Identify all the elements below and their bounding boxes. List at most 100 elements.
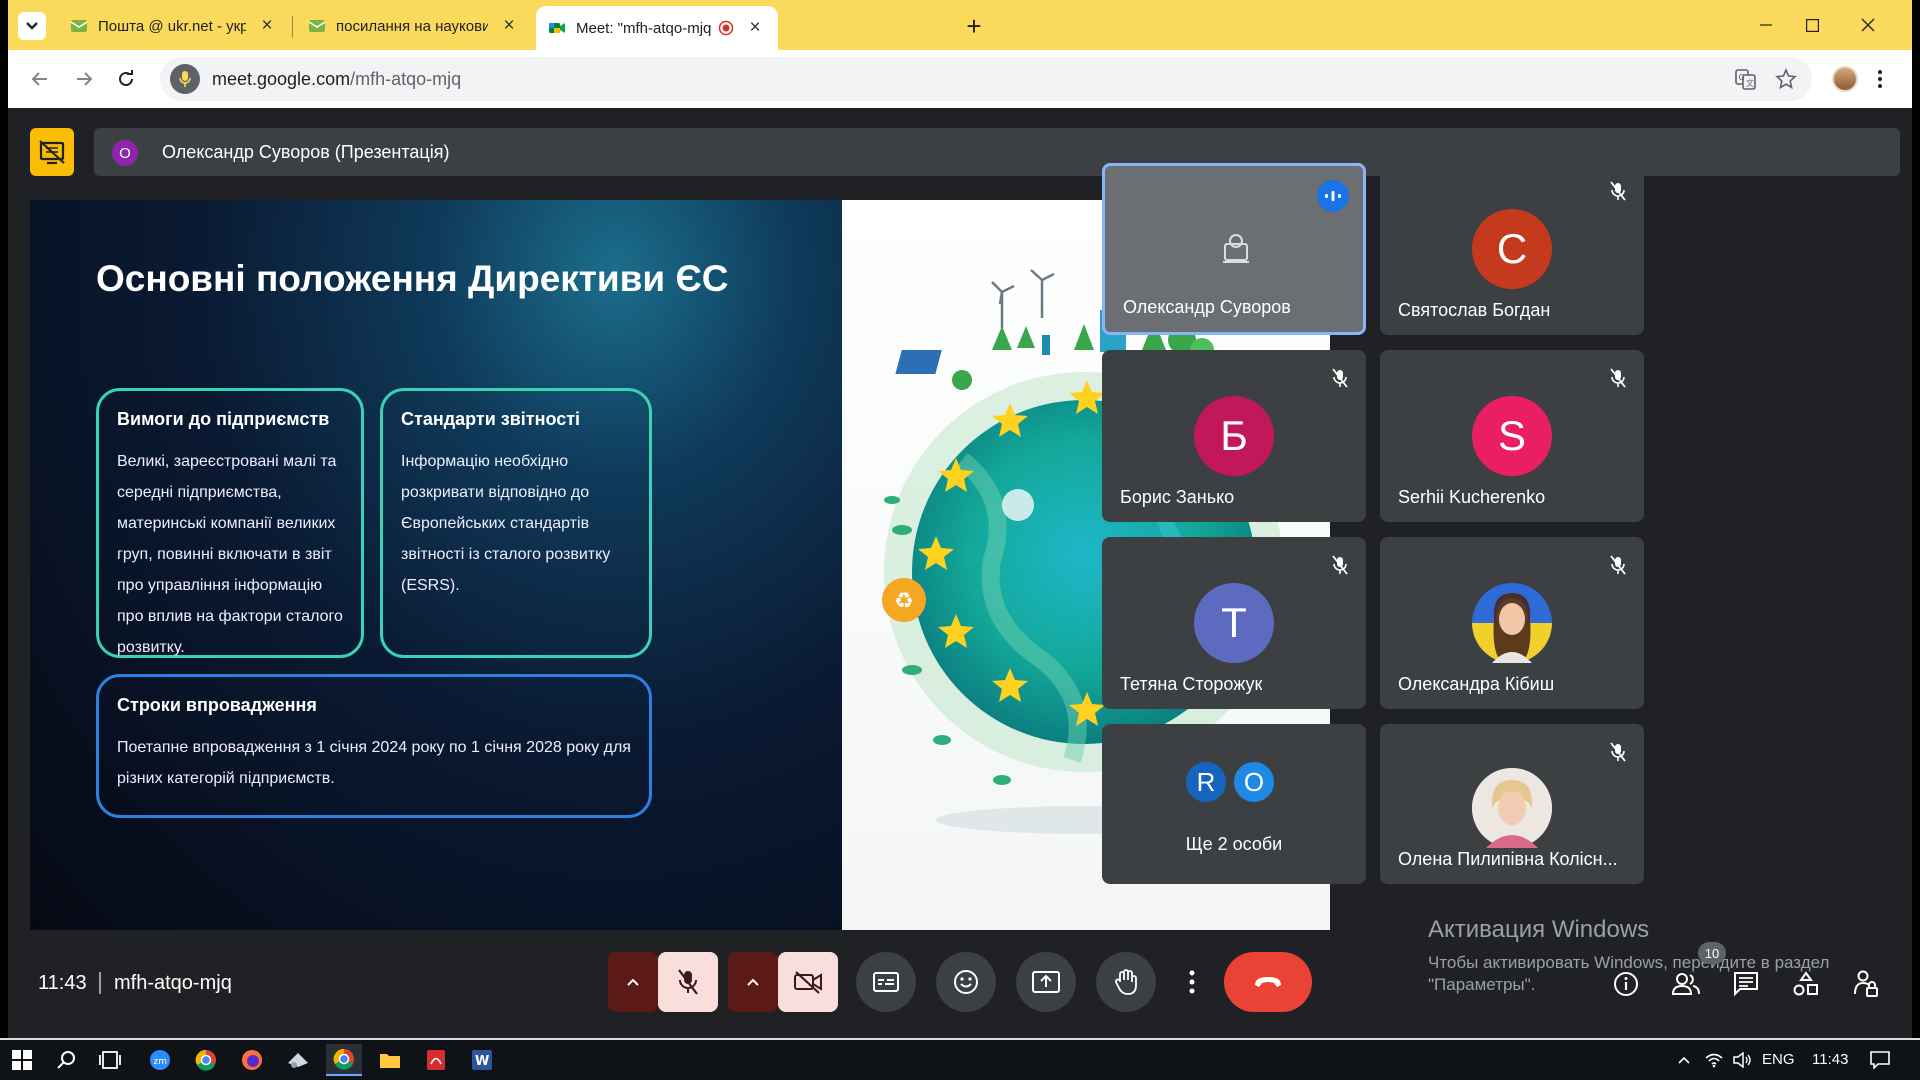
- participant-tile[interactable]: Олена Пилипівна Колісн...: [1380, 724, 1644, 884]
- participant-name: Святослав Богдан: [1398, 300, 1551, 320]
- more-options-button[interactable]: [1172, 952, 1212, 1012]
- chrome-app-active[interactable]: [326, 1044, 362, 1076]
- minimize-icon: [1760, 24, 1772, 26]
- reactions-button[interactable]: [936, 952, 996, 1012]
- present-now-button[interactable]: [1016, 952, 1076, 1012]
- zoom-icon: zm: [150, 1050, 170, 1070]
- closed-captions-icon: [873, 972, 899, 992]
- recording-icon: [718, 20, 734, 36]
- participants-count-badge: 10: [1698, 942, 1726, 964]
- presenter-avatar: О: [112, 140, 138, 166]
- arrow-left-icon: [31, 72, 47, 86]
- reload-button[interactable]: [108, 61, 144, 97]
- audio-options-button[interactable]: [608, 952, 658, 1012]
- participant-name: Serhii Kucherenko: [1398, 487, 1546, 507]
- address-bar[interactable]: meet.google.com/mfh-atqo-mjq G文: [160, 57, 1812, 101]
- stop-presenting-icon: [39, 140, 65, 165]
- firefox-icon: [242, 1050, 262, 1070]
- maximize-button[interactable]: [1790, 8, 1834, 42]
- browser-tabstrip: Пошта @ ukr.net - українська × посилання…: [8, 0, 1912, 50]
- notifications-button[interactable]: [1862, 1044, 1898, 1076]
- participant-photo: [1472, 583, 1552, 663]
- meeting-details-button[interactable]: [1608, 966, 1644, 1002]
- meet-icon: [549, 23, 565, 33]
- profile-avatar[interactable]: [1832, 66, 1858, 92]
- camera-off-icon: [794, 971, 822, 994]
- microphone-in-use-icon[interactable]: [170, 64, 200, 94]
- participant-avatar: Б: [1194, 396, 1274, 476]
- participant-name: Олександра Кібиш: [1398, 674, 1555, 694]
- presentation-badge[interactable]: [30, 128, 74, 176]
- new-tab-button[interactable]: +: [960, 11, 988, 41]
- mic-off-icon: [1606, 366, 1630, 390]
- translate-icon[interactable]: G文: [1734, 67, 1758, 91]
- word-app[interactable]: W: [464, 1044, 500, 1076]
- svg-text:♻: ♻: [894, 589, 914, 614]
- tab-seminar-link[interactable]: посилання на науковий семін ×: [296, 6, 532, 46]
- participant-name: Олександр Суворов: [1123, 297, 1291, 317]
- participant-tile[interactable]: Т Тетяна Сторожук: [1102, 537, 1366, 709]
- back-button[interactable]: [22, 61, 58, 97]
- participant-name: Олена Пилипівна Колісн...: [1398, 849, 1618, 869]
- chat-button[interactable]: [1728, 966, 1764, 1002]
- participant-tile[interactable]: Олександра Кібиш: [1380, 537, 1644, 709]
- close-tab-icon[interactable]: ×: [256, 15, 278, 37]
- file-explorer-app[interactable]: [372, 1044, 408, 1076]
- forward-button[interactable]: [66, 61, 102, 97]
- start-button[interactable]: [4, 1044, 40, 1076]
- tab-search-button[interactable]: [18, 12, 46, 40]
- unknown-app[interactable]: [280, 1044, 316, 1076]
- close-window-button[interactable]: [1846, 8, 1890, 42]
- search-button[interactable]: [48, 1044, 84, 1076]
- pdf-app[interactable]: [418, 1044, 454, 1076]
- windows-taskbar: zm W ENG 11:43: [0, 1040, 1920, 1080]
- mic-off-icon: [1606, 553, 1630, 577]
- input-language[interactable]: ENG: [1762, 1051, 1795, 1068]
- chrome-icon: [195, 1049, 216, 1071]
- host-controls-button[interactable]: [1848, 966, 1884, 1002]
- activities-icon: [1793, 971, 1818, 996]
- microphone-toggle-button[interactable]: [658, 952, 718, 1012]
- captions-button[interactable]: [856, 952, 916, 1012]
- leave-call-button[interactable]: [1224, 952, 1312, 1012]
- participant-tile[interactable]: S Serhii Kucherenko: [1380, 350, 1644, 522]
- card-body: Великі, зареєстровані малі та середні пі…: [117, 453, 343, 656]
- svg-text:W: W: [475, 1054, 489, 1069]
- system-clock[interactable]: 11:43: [1812, 1051, 1848, 1068]
- minimize-button[interactable]: [1744, 8, 1788, 42]
- zoom-app[interactable]: zm: [142, 1044, 178, 1076]
- url-host: meet.google.com: [212, 69, 351, 89]
- raise-hand-button[interactable]: [1096, 952, 1156, 1012]
- chat-icon: [1734, 972, 1758, 997]
- browser-menu-button[interactable]: [1870, 66, 1890, 92]
- firefox-app[interactable]: [234, 1044, 270, 1076]
- participant-tile[interactable]: Олександр Суворов: [1102, 163, 1366, 335]
- slide-card-timeline: Строки впровадження Поетапне впровадженн…: [96, 674, 652, 818]
- activation-title: Активация Windows: [1428, 916, 1650, 943]
- maximize-icon: [1805, 18, 1819, 32]
- activities-button[interactable]: [1788, 966, 1824, 1002]
- chevron-down-icon: [26, 22, 38, 30]
- people-button[interactable]: [1668, 966, 1704, 1002]
- tab-meet[interactable]: Meet: "mfh-atqo-mjq" ×: [536, 6, 778, 50]
- info-icon: [1614, 972, 1638, 996]
- presenting-screen-icon: [1223, 234, 1249, 263]
- more-participants-tile[interactable]: R O Ще 2 особи: [1102, 724, 1366, 884]
- participant-avatar: Т: [1194, 583, 1274, 663]
- volume-button[interactable]: [1724, 1044, 1760, 1076]
- tab-ukrnet-mail[interactable]: Пошта @ ukr.net - українська ×: [58, 6, 290, 46]
- mail-icon: [308, 20, 326, 32]
- participant-photo: [1472, 768, 1552, 848]
- meeting-code: mfh-atqo-mjq: [114, 972, 232, 994]
- chrome-app[interactable]: [188, 1044, 224, 1076]
- close-tab-icon[interactable]: ×: [498, 15, 520, 37]
- slide-title: Основні положення Директиви ЄС: [96, 258, 729, 299]
- participant-tile[interactable]: Б Борис Занько: [1102, 350, 1366, 522]
- bookmark-star-icon[interactable]: [1774, 67, 1798, 91]
- tab-divider: [292, 16, 293, 38]
- participant-tile[interactable]: С Святослав Богдан: [1380, 163, 1644, 335]
- task-view-button[interactable]: [92, 1044, 128, 1076]
- video-options-button[interactable]: [728, 952, 778, 1012]
- close-tab-icon[interactable]: ×: [744, 17, 766, 39]
- camera-toggle-button[interactable]: [778, 952, 838, 1012]
